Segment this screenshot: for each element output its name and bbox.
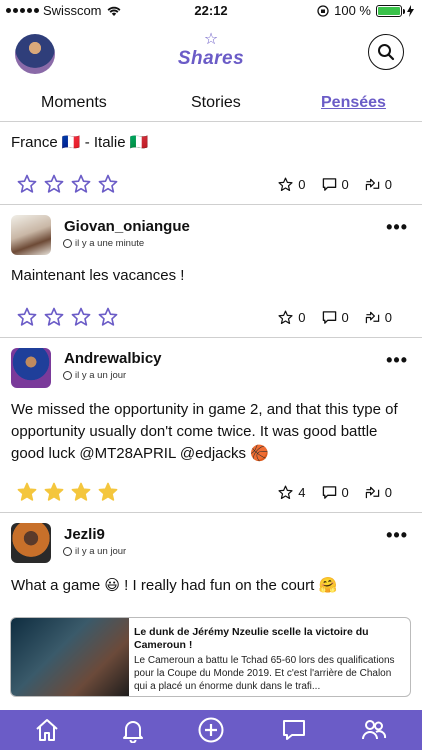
- more-options-icon[interactable]: •••: [386, 217, 408, 238]
- star-outline-icon[interactable]: [71, 307, 91, 327]
- link-thumbnail: [11, 618, 129, 696]
- post-actions: 0 0 0: [278, 177, 392, 192]
- status-right: 100 %: [317, 3, 414, 18]
- like-count: 0: [298, 310, 306, 325]
- link-preview-card[interactable]: Le dunk de Jérémy Nzeulie scelle la vict…: [10, 617, 411, 697]
- share-action[interactable]: 0: [365, 177, 392, 192]
- share-count: 0: [384, 310, 392, 325]
- post-time-label: il y a une minute: [75, 238, 145, 249]
- add-post-icon[interactable]: [198, 717, 224, 743]
- share-icon: [365, 178, 379, 191]
- battery-icon: [376, 4, 405, 17]
- comment-action[interactable]: 0: [322, 310, 349, 325]
- post-time: il y a un jour: [63, 546, 126, 557]
- comment-count: 0: [341, 485, 349, 500]
- star-outline-icon[interactable]: [71, 174, 91, 194]
- comment-icon: [322, 178, 336, 191]
- post-time: il y a un jour: [63, 370, 126, 381]
- share-count: 0: [384, 177, 392, 192]
- star-outline-icon[interactable]: [17, 174, 37, 194]
- share-count: 0: [384, 485, 392, 500]
- clock-icon: [63, 371, 72, 380]
- post-text: We missed the opportunity in game 2, and…: [11, 401, 398, 462]
- post-card: France 🇫🇷 - Italie 🇮🇹 0 0 0: [0, 122, 422, 205]
- battery-label: 100 %: [334, 3, 371, 18]
- status-bar: Swisscom 22:12 100 %: [0, 0, 422, 22]
- logo-text: Shares: [177, 48, 245, 69]
- author-avatar[interactable]: [11, 215, 51, 255]
- like-action[interactable]: 4: [278, 485, 306, 500]
- author-name[interactable]: Jezli9: [64, 526, 105, 543]
- like-action[interactable]: 0: [278, 310, 306, 325]
- author-name[interactable]: Andrewalbicy: [64, 350, 162, 367]
- post-card: Giovan_oniangue il y a une minute ••• Ma…: [0, 205, 422, 338]
- author-avatar[interactable]: [11, 523, 51, 563]
- app-logo: ☆ Shares: [0, 32, 422, 70]
- tab-bar: Moments Stories Pensées: [0, 86, 422, 122]
- rating-stars[interactable]: [17, 482, 118, 502]
- author-name[interactable]: Giovan_oniangue: [64, 218, 190, 235]
- author-avatar[interactable]: [11, 348, 51, 388]
- star-filled-icon[interactable]: [98, 482, 118, 502]
- comment-icon: [322, 311, 336, 324]
- top-bar: ☆ Shares: [0, 22, 422, 86]
- comment-action[interactable]: 0: [322, 177, 349, 192]
- more-options-icon[interactable]: •••: [386, 525, 408, 546]
- star-outline-icon[interactable]: [17, 307, 37, 327]
- messages-icon[interactable]: [281, 717, 307, 743]
- star-outline-icon[interactable]: [98, 307, 118, 327]
- share-action[interactable]: 0: [365, 310, 392, 325]
- post-time: il y a une minute: [63, 238, 144, 249]
- star-outline-icon[interactable]: [98, 174, 118, 194]
- post-actions: 0 0 0: [278, 310, 392, 325]
- share-icon: [365, 486, 379, 499]
- post-card: Andrewalbicy il y a un jour ••• We misse…: [0, 338, 422, 513]
- post-text: What a game 😃 ! I really had fun on the …: [11, 577, 338, 594]
- comment-action[interactable]: 0: [322, 485, 349, 500]
- rating-stars[interactable]: [17, 174, 118, 194]
- post-time-label: il y a un jour: [75, 546, 127, 557]
- tab-pensees[interactable]: Pensées: [321, 94, 386, 112]
- post-actions: 4 0 0: [278, 485, 392, 500]
- star-outline-icon: [278, 485, 293, 500]
- like-count: 4: [298, 485, 306, 500]
- orientation-lock-icon: [317, 4, 329, 17]
- post-text: Maintenant les vacances !: [11, 267, 185, 284]
- search-button[interactable]: [368, 34, 404, 70]
- star-outline-icon: [278, 310, 293, 325]
- link-title: Le dunk de Jérémy Nzeulie scelle la vict…: [134, 626, 369, 651]
- star-filled-icon[interactable]: [44, 482, 64, 502]
- more-options-icon[interactable]: •••: [386, 350, 408, 371]
- comment-count: 0: [341, 310, 349, 325]
- like-action[interactable]: 0: [278, 177, 306, 192]
- like-count: 0: [298, 177, 306, 192]
- share-action[interactable]: 0: [365, 485, 392, 500]
- tab-stories[interactable]: Stories: [191, 94, 241, 112]
- post-time-label: il y a un jour: [75, 370, 127, 381]
- clock-icon: [63, 547, 72, 556]
- share-icon: [365, 311, 379, 324]
- search-icon: [378, 44, 395, 61]
- star-filled-icon[interactable]: [71, 482, 91, 502]
- post-text: France 🇫🇷 - Italie 🇮🇹: [11, 134, 149, 151]
- bottom-nav: [0, 710, 422, 750]
- charging-icon: [407, 4, 414, 17]
- link-description: Le Cameroun a battu le Tchad 65-60 lors …: [134, 655, 395, 692]
- tab-moments[interactable]: Moments: [41, 94, 107, 112]
- logo-star-icon: ☆: [203, 31, 219, 48]
- star-filled-icon[interactable]: [17, 482, 37, 502]
- clock-icon: [63, 239, 72, 248]
- rating-stars[interactable]: [17, 307, 118, 327]
- home-icon[interactable]: [34, 717, 60, 743]
- bell-icon[interactable]: [120, 717, 146, 743]
- friends-icon[interactable]: [361, 717, 387, 743]
- comment-count: 0: [341, 177, 349, 192]
- star-outline-icon[interactable]: [44, 307, 64, 327]
- star-outline-icon[interactable]: [44, 174, 64, 194]
- star-outline-icon: [278, 177, 293, 192]
- comment-icon: [322, 486, 336, 499]
